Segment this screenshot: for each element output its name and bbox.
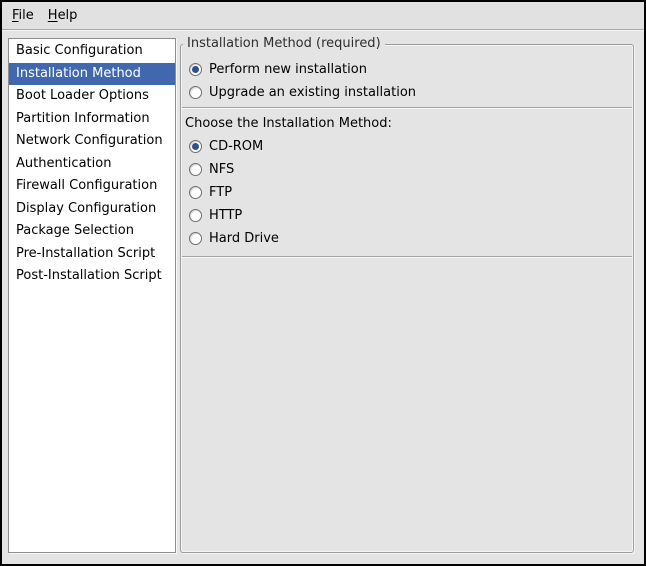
menu-file[interactable]: File (5, 4, 41, 27)
radio-unselected-icon (189, 86, 202, 99)
frame-content: Perform new installation Upgrade an exis… (181, 45, 633, 261)
radio-label: NFS (209, 162, 234, 177)
radio-perform-new-installation[interactable]: Perform new installation (181, 58, 633, 81)
choose-method-label: Choose the Installation Method: (181, 112, 633, 135)
radio-unselected-icon (189, 232, 202, 245)
kickstart-configurator-window: File Help Basic Configuration Installati… (0, 0, 646, 566)
sidebar-item-display-configuration[interactable]: Display Configuration (9, 198, 175, 221)
radio-unselected-icon (189, 186, 202, 199)
menubar: File Help (2, 2, 644, 30)
menu-help-rest: elp (58, 8, 78, 23)
installation-method-panel: Installation Method (required) Perform n… (180, 44, 634, 553)
radio-cdrom[interactable]: CD-ROM (181, 135, 633, 158)
sidebar-nav: Basic Configuration Installation Method … (8, 38, 176, 553)
radio-http[interactable]: HTTP (181, 204, 633, 227)
radio-upgrade-existing-installation[interactable]: Upgrade an existing installation (181, 81, 633, 104)
sidebar-item-authentication[interactable]: Authentication (9, 153, 175, 176)
sidebar-item-basic-configuration[interactable]: Basic Configuration (9, 40, 175, 63)
radio-nfs[interactable]: NFS (181, 158, 633, 181)
sidebar-item-installation-method[interactable]: Installation Method (9, 63, 175, 86)
radio-hard-drive[interactable]: Hard Drive (181, 227, 633, 250)
radio-label: HTTP (209, 208, 242, 223)
sidebar-item-boot-loader-options[interactable]: Boot Loader Options (9, 85, 175, 108)
sidebar-item-partition-information[interactable]: Partition Information (9, 108, 175, 131)
menu-help[interactable]: Help (41, 4, 85, 27)
radio-unselected-icon (189, 163, 202, 176)
separator (182, 107, 632, 109)
radio-label: Perform new installation (209, 62, 367, 77)
sidebar-item-pre-installation-script[interactable]: Pre-Installation Script (9, 243, 175, 266)
radio-label: Hard Drive (209, 231, 279, 246)
radio-label: FTP (209, 185, 232, 200)
sidebar-item-network-configuration[interactable]: Network Configuration (9, 130, 175, 153)
sidebar-item-package-selection[interactable]: Package Selection (9, 220, 175, 243)
radio-selected-icon (189, 140, 202, 153)
menu-file-rest: ile (19, 8, 34, 23)
separator (182, 256, 632, 258)
radio-label: CD-ROM (209, 139, 263, 154)
radio-unselected-icon (189, 209, 202, 222)
sidebar-item-firewall-configuration[interactable]: Firewall Configuration (9, 175, 175, 198)
radio-selected-icon (189, 63, 202, 76)
radio-ftp[interactable]: FTP (181, 181, 633, 204)
menu-help-accel: H (48, 8, 58, 23)
radio-label: Upgrade an existing installation (209, 85, 416, 100)
sidebar-item-post-installation-script[interactable]: Post-Installation Script (9, 265, 175, 288)
